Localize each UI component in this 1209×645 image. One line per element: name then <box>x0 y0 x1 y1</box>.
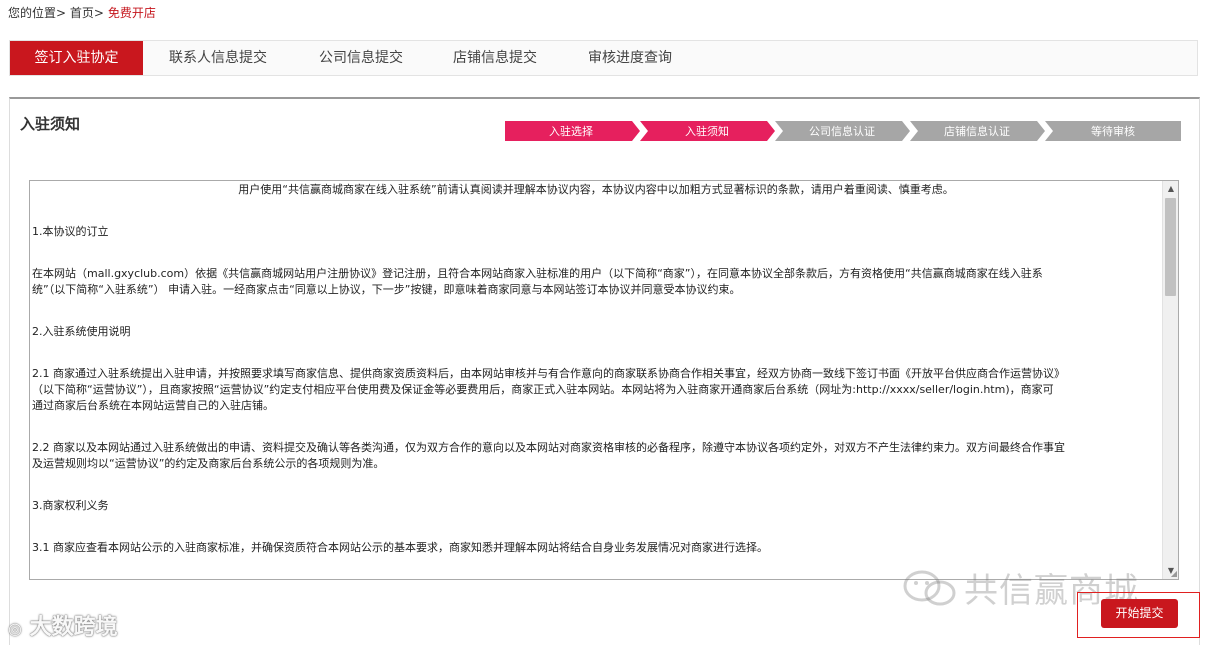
start-submit-button[interactable]: 开始提交 <box>1101 599 1178 628</box>
section-2-1-line: 2.1 商家通过入驻系统提出入驻申请，并按照要求填写商家信息、提供商家资质资料后… <box>32 367 1065 380</box>
step-indicator: 入驻选择 入驻须知 公司信息认证 店铺信息认证 等待审核 <box>505 121 1181 141</box>
section-3-title: 3.商家权利义务 <box>32 499 109 512</box>
watermark-logo-icon: ◎ <box>8 619 22 638</box>
tab-review-progress[interactable]: 审核进度查询 <box>575 41 685 75</box>
breadcrumb-separator: > <box>93 6 104 20</box>
step-5: 等待审核 <box>1045 121 1181 141</box>
tab-store-info[interactable]: 店铺信息提交 <box>440 41 550 75</box>
tab-contact-info[interactable]: 联系人信息提交 <box>157 41 279 75</box>
step-2: 入驻须知 <box>640 121 775 141</box>
agreement-textarea[interactable]: 用户使用“共信赢商城商家在线入驻系统”前请认真阅读并理解本协议内容，本协议内容中… <box>29 180 1179 580</box>
vertical-scrollbar[interactable]: ▲ ▼ <box>1162 181 1178 579</box>
breadcrumb-current: 免费开店 <box>107 6 156 20</box>
scroll-thumb[interactable] <box>1165 198 1176 296</box>
section-1-paragraph-line: 统”（以下简称“入驻系统”） 申请入驻。一经商家点击“同意以上协议，下一步”按键… <box>32 283 741 296</box>
scroll-up-arrow-icon[interactable]: ▲ <box>1163 181 1178 197</box>
section-2-1-line: （以下简称“运营协议”），且商家按照“运营协议”约定支付相应平台使用费及保证金等… <box>32 383 1054 396</box>
step-5-label: 等待审核 <box>1091 124 1135 138</box>
watermark-dashujing: ◎ 大数跨境 <box>8 609 118 641</box>
resize-grip-icon[interactable]: ◢ <box>1171 570 1177 578</box>
section-2-2-line: 及运营规则均以“运营协议”的约定及商家后台系统公示的各项规则为准。 <box>32 457 385 470</box>
breadcrumb-home-link[interactable]: 首页 <box>70 6 94 20</box>
tab-company-info[interactable]: 公司信息提交 <box>306 41 416 75</box>
breadcrumb-separator: > <box>56 6 67 20</box>
agreement-content: 用户使用“共信赢商城商家在线入驻系统”前请认真阅读并理解本协议内容，本协议内容中… <box>30 181 1162 579</box>
breadcrumb-location-label: 您的位置 <box>8 6 57 20</box>
section-2-title: 2.入驻系统使用说明 <box>32 325 131 338</box>
process-tabs: 签订入驻协定 联系人信息提交 公司信息提交 店铺信息提交 审核进度查询 <box>9 40 1198 76</box>
step-4-label: 店铺信息认证 <box>944 124 1010 138</box>
section-1-title: 1.本协议的订立 <box>32 225 109 238</box>
section-1-paragraph-line: 在本网站（mall.gxyclub.com）依据《共信赢商城网站用户注册协议》登… <box>32 267 1043 280</box>
section-2-1-line: 通过商家后台系统在本网站运营自己的入驻店铺。 <box>32 399 274 412</box>
watermark-left-text: 大数跨境 <box>29 615 118 640</box>
breadcrumb: 您的位置> 首页> 免费开店 <box>8 4 156 21</box>
step-2-label: 入驻须知 <box>685 124 729 138</box>
step-1-label: 入驻选择 <box>549 124 593 138</box>
step-3: 公司信息认证 <box>775 121 910 141</box>
section-2-2-line: 2.2 商家以及本网站通过入驻系统做出的申请、资料提交及确认等各类沟通，仅为双方… <box>32 441 1065 454</box>
wechat-icon <box>902 568 958 617</box>
section-3-1-line: 3.1 商家应查看本网站公示的入驻商家标准，并确保资质符合本网站公示的基本要求，… <box>32 541 768 554</box>
step-4: 店铺信息认证 <box>910 121 1045 141</box>
agreement-intro: 用户使用“共信赢商城商家在线入驻系统”前请认真阅读并理解本协议内容，本协议内容中… <box>238 183 954 196</box>
step-1: 入驻选择 <box>505 121 640 141</box>
step-3-label: 公司信息认证 <box>809 124 875 138</box>
panel-title: 入驻须知 <box>20 115 81 133</box>
tab-sign-agreement[interactable]: 签订入驻协定 <box>10 41 143 75</box>
